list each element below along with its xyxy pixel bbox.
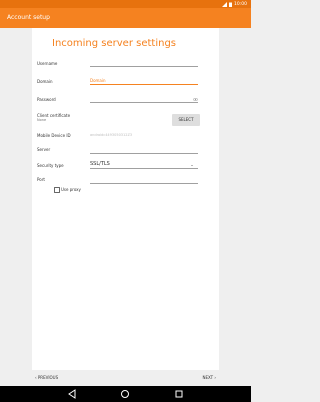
show-password-icon[interactable] bbox=[193, 98, 198, 101]
use-proxy-label: Use proxy bbox=[61, 187, 81, 192]
mobile-device-id-label: Mobile Device ID bbox=[37, 133, 71, 138]
port-label: Port bbox=[37, 177, 45, 182]
username-field[interactable] bbox=[90, 58, 198, 67]
previous-button[interactable]: ‹ PREVIOUS bbox=[35, 375, 58, 381]
password-field[interactable] bbox=[90, 94, 198, 103]
app-bar: Account setup bbox=[0, 8, 251, 28]
chevron-right-icon: › bbox=[214, 375, 216, 380]
security-type-value: SSL/TLS bbox=[90, 161, 110, 167]
port-field[interactable] bbox=[90, 175, 198, 184]
system-nav-bar bbox=[0, 386, 251, 402]
recents-icon[interactable] bbox=[174, 389, 184, 399]
password-label: Password bbox=[37, 97, 56, 102]
domain-label: Domain bbox=[37, 79, 53, 84]
battery-icon bbox=[229, 2, 233, 7]
domain-field[interactable]: Domain bbox=[90, 76, 198, 85]
server-field[interactable] bbox=[90, 145, 198, 154]
status-time: 10:00 bbox=[234, 1, 247, 7]
status-bar: 10:00 bbox=[0, 0, 251, 8]
client-certificate-value: None bbox=[37, 118, 47, 122]
page-title: Incoming server settings bbox=[52, 38, 176, 49]
security-type-dropdown[interactable]: SSL/TLS bbox=[90, 159, 198, 169]
status-icons: 10:00 bbox=[222, 0, 247, 8]
domain-placeholder: Domain bbox=[90, 78, 106, 83]
select-certificate-button[interactable]: SELECT bbox=[172, 114, 200, 126]
next-label: NEXT bbox=[202, 375, 214, 380]
use-proxy-checkbox[interactable] bbox=[54, 187, 60, 193]
signal-icon bbox=[222, 1, 228, 7]
username-label: Username bbox=[37, 61, 58, 66]
back-icon[interactable] bbox=[67, 389, 77, 399]
server-label: Server bbox=[37, 147, 51, 152]
settings-form: Incoming server settings Username Domain… bbox=[32, 28, 219, 370]
previous-label: PREVIOUS bbox=[37, 375, 59, 380]
dropdown-arrow-icon bbox=[191, 165, 193, 166]
security-type-label: Security type bbox=[37, 163, 64, 168]
app-bar-title: Account setup bbox=[7, 14, 50, 21]
mobile-device-id-value: androidc4493050312Z3 bbox=[90, 133, 133, 137]
wizard-footer: ‹ PREVIOUS NEXT › bbox=[32, 370, 219, 386]
home-icon[interactable] bbox=[120, 389, 130, 399]
chevron-left-icon: ‹ bbox=[35, 375, 37, 380]
next-button[interactable]: NEXT › bbox=[202, 375, 216, 381]
